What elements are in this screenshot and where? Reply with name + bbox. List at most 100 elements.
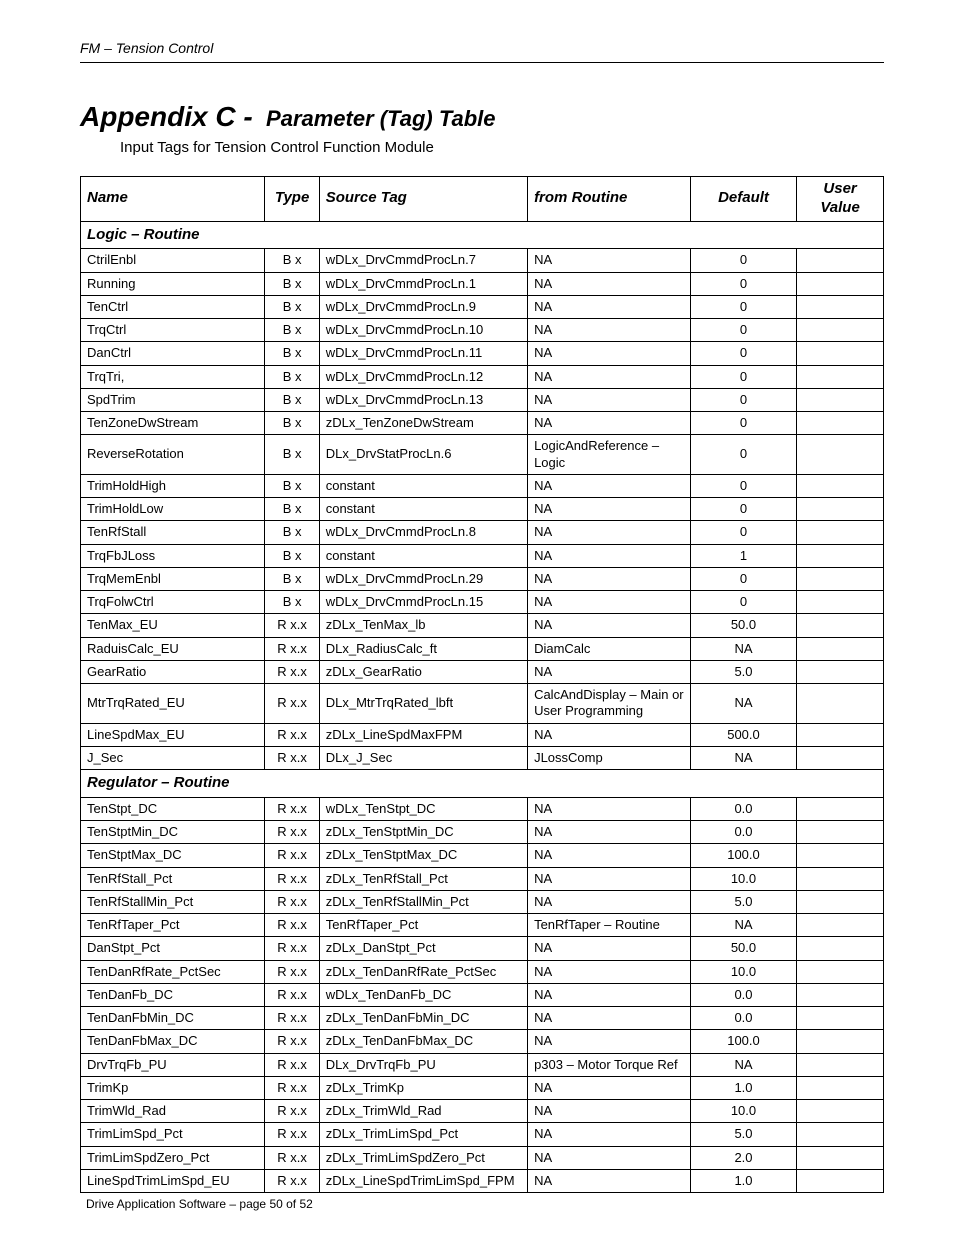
cell-user: [797, 342, 884, 365]
cell-name: TrimLimSpd_Pct: [81, 1123, 265, 1146]
cell-type: R x.x: [265, 1030, 319, 1053]
cell-name: SpdTrim: [81, 388, 265, 411]
cell-source: wDLx_TenDanFb_DC: [319, 983, 527, 1006]
cell-type: R x.x: [265, 890, 319, 913]
cell-routine: NA: [528, 1100, 691, 1123]
cell-source: wDLx_DrvCmmdProcLn.1: [319, 272, 527, 295]
cell-user: [797, 591, 884, 614]
cell-default: 0: [690, 272, 796, 295]
col-default: Default: [690, 177, 796, 222]
page-title: Appendix C - Parameter (Tag) Table: [80, 101, 884, 133]
cell-source: wDLx_DrvCmmdProcLn.8: [319, 521, 527, 544]
cell-source: zDLx_DanStpt_Pct: [319, 937, 527, 960]
cell-name: DanStpt_Pct: [81, 937, 265, 960]
cell-routine: CalcAndDisplay – Main or User Programmin…: [528, 684, 691, 724]
table-row: DrvTrqFb_PUR x.xDLx_DrvTrqFb_PUp303 – Mo…: [81, 1053, 884, 1076]
cell-name: TenRfStallMin_Pct: [81, 890, 265, 913]
table-row: TenCtrlB xwDLx_DrvCmmdProcLn.9NA0: [81, 295, 884, 318]
cell-default: 0: [690, 319, 796, 342]
cell-default: 500.0: [690, 723, 796, 746]
cell-default: 1.0: [690, 1076, 796, 1099]
cell-routine: NA: [528, 1123, 691, 1146]
cell-user: [797, 249, 884, 272]
cell-user: [797, 844, 884, 867]
cell-routine: NA: [528, 272, 691, 295]
cell-type: R x.x: [265, 960, 319, 983]
cell-default: 0: [690, 521, 796, 544]
table-row: TenRfStall_PctR x.xzDLx_TenRfStall_PctNA…: [81, 867, 884, 890]
cell-default: 0.0: [690, 821, 796, 844]
table-row: TenStptMin_DCR x.xzDLx_TenStptMin_DCNA0.…: [81, 821, 884, 844]
cell-user: [797, 1076, 884, 1099]
cell-source: TenRfTaper_Pct: [319, 914, 527, 937]
cell-name: TenDanFbMin_DC: [81, 1007, 265, 1030]
cell-routine: NA: [528, 614, 691, 637]
cell-routine: NA: [528, 388, 691, 411]
cell-type: B x: [265, 521, 319, 544]
cell-routine: NA: [528, 1007, 691, 1030]
cell-name: TrqMemEnbl: [81, 567, 265, 590]
cell-routine: NA: [528, 567, 691, 590]
cell-routine: JLossComp: [528, 746, 691, 769]
cell-type: R x.x: [265, 844, 319, 867]
cell-default: 1: [690, 544, 796, 567]
cell-name: TenStpt_DC: [81, 797, 265, 820]
cell-type: R x.x: [265, 1123, 319, 1146]
cell-user: [797, 983, 884, 1006]
cell-user: [797, 614, 884, 637]
cell-user: [797, 937, 884, 960]
table-row: TenDanRfRate_PctSecR x.xzDLx_TenDanRfRat…: [81, 960, 884, 983]
cell-user: [797, 723, 884, 746]
cell-default: 10.0: [690, 1100, 796, 1123]
cell-routine: NA: [528, 723, 691, 746]
cell-routine: NA: [528, 890, 691, 913]
cell-routine: NA: [528, 960, 691, 983]
cell-type: R x.x: [265, 914, 319, 937]
cell-user: [797, 684, 884, 724]
cell-name: TenStptMin_DC: [81, 821, 265, 844]
cell-source: wDLx_TenStpt_DC: [319, 797, 527, 820]
cell-user: [797, 914, 884, 937]
cell-default: 0.0: [690, 797, 796, 820]
cell-default: 5.0: [690, 660, 796, 683]
cell-user: [797, 1100, 884, 1123]
cell-routine: NA: [528, 937, 691, 960]
cell-default: 50.0: [690, 937, 796, 960]
section-header-row: Regulator – Routine: [81, 770, 884, 798]
cell-routine: TenRfTaper – Routine: [528, 914, 691, 937]
cell-name: LineSpdTrimLimSpd_EU: [81, 1169, 265, 1192]
cell-user: [797, 295, 884, 318]
table-row: TenStpt_DCR x.xwDLx_TenStpt_DCNA0.0: [81, 797, 884, 820]
cell-name: TrimKp: [81, 1076, 265, 1099]
cell-source: wDLx_DrvCmmdProcLn.29: [319, 567, 527, 590]
table-row: CtrilEnblB xwDLx_DrvCmmdProcLn.7NA0: [81, 249, 884, 272]
cell-type: B x: [265, 412, 319, 435]
cell-default: 0.0: [690, 1007, 796, 1030]
cell-type: R x.x: [265, 1053, 319, 1076]
cell-user: [797, 435, 884, 475]
cell-source: zDLx_TenDanRfRate_PctSec: [319, 960, 527, 983]
table-row: TrimHoldHighB xconstantNA0: [81, 474, 884, 497]
cell-type: R x.x: [265, 983, 319, 1006]
cell-user: [797, 1053, 884, 1076]
cell-routine: NA: [528, 342, 691, 365]
cell-default: 0: [690, 567, 796, 590]
cell-user: [797, 388, 884, 411]
cell-user: [797, 498, 884, 521]
title-main: Parameter (Tag) Table: [266, 106, 495, 131]
cell-name: TrimHoldLow: [81, 498, 265, 521]
cell-default: NA: [690, 637, 796, 660]
cell-source: wDLx_DrvCmmdProcLn.13: [319, 388, 527, 411]
cell-source: constant: [319, 544, 527, 567]
cell-user: [797, 660, 884, 683]
table-row: TrqFbJLossB xconstantNA1: [81, 544, 884, 567]
cell-routine: p303 – Motor Torque Ref: [528, 1053, 691, 1076]
cell-default: 2.0: [690, 1146, 796, 1169]
cell-name: TenZoneDwStream: [81, 412, 265, 435]
table-row: TenDanFbMax_DCR x.xzDLx_TenDanFbMax_DCNA…: [81, 1030, 884, 1053]
table-row: TrimHoldLowB xconstantNA0: [81, 498, 884, 521]
section-header-row: Logic – Routine: [81, 221, 884, 249]
cell-user: [797, 474, 884, 497]
cell-name: J_Sec: [81, 746, 265, 769]
cell-source: DLx_DrvTrqFb_PU: [319, 1053, 527, 1076]
